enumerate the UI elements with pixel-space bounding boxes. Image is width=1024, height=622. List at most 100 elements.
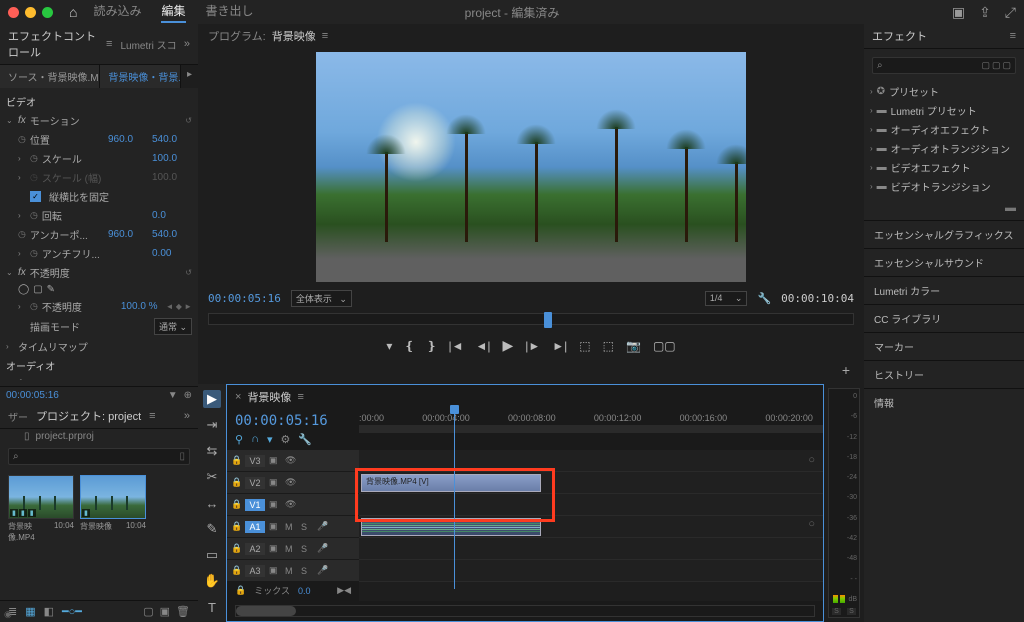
toggle-track-output[interactable]: ▣: [269, 455, 281, 466]
timeline-playhead[interactable]: [454, 409, 455, 589]
close-window[interactable]: [8, 7, 19, 18]
project-clip-1[interactable]: ▮▮▮ 背景映像.MP410:04: [8, 475, 74, 594]
sequence-name[interactable]: 背景映像: [247, 389, 291, 405]
export-frame-icon[interactable]: 📷: [626, 339, 641, 353]
pen-mask-icon[interactable]: ✎: [47, 284, 55, 295]
mic-icon[interactable]: 🎤: [317, 521, 329, 532]
project-search[interactable]: ⌕▯: [8, 448, 190, 465]
mark-in-icon[interactable]: ❴: [404, 339, 414, 353]
playhead-icon[interactable]: [544, 312, 552, 328]
fx-lumetri-presets[interactable]: ›▬Lumetri プリセット: [870, 101, 1018, 120]
home-icon[interactable]: ⌂: [69, 4, 77, 20]
reset-icon[interactable]: ↺: [185, 116, 192, 125]
track-options-icon[interactable]: ○: [808, 454, 815, 466]
button-editor-icon[interactable]: +: [842, 362, 850, 378]
effect-controls-title[interactable]: エフェクトコントロール: [8, 28, 98, 60]
hand-tool[interactable]: ✋: [203, 572, 221, 590]
info-panel[interactable]: 情報: [864, 388, 1024, 416]
close-sequence-icon[interactable]: ×: [235, 391, 241, 403]
snap-icon[interactable]: ⚲: [235, 433, 243, 446]
filter-icon[interactable]: ▼: [168, 390, 178, 401]
motion-effect[interactable]: モーション: [30, 113, 182, 128]
tab-import[interactable]: 読み込み: [93, 2, 141, 23]
fx-video-effects[interactable]: ›▬ビデオエフェクト: [870, 158, 1018, 177]
selection-tool[interactable]: ▶: [203, 390, 221, 408]
tab-edit[interactable]: 編集: [161, 2, 185, 23]
program-scrubber[interactable]: [208, 313, 854, 325]
program-tc-current[interactable]: 00:00:05:16: [208, 292, 281, 305]
wrench-tl-icon[interactable]: 🔧: [298, 433, 312, 446]
tab-export[interactable]: 書き出し: [206, 2, 254, 23]
go-to-in-icon[interactable]: |◄: [449, 339, 464, 353]
essential-graphics-panel[interactable]: エッセンシャルグラフィックス: [864, 220, 1024, 248]
markers-panel[interactable]: マーカー: [864, 332, 1024, 360]
ec-timecode[interactable]: 00:00:05:16: [6, 390, 59, 401]
step-forward-icon[interactable]: |►: [525, 339, 540, 353]
rectangle-tool[interactable]: ▭: [203, 546, 221, 564]
blend-mode-dropdown[interactable]: 通常 ⌄: [154, 318, 192, 335]
video-preview[interactable]: [316, 52, 746, 282]
go-to-out-icon[interactable]: ►|: [552, 339, 567, 353]
trash-icon[interactable]: 🗑: [176, 605, 190, 618]
new-bin-icon[interactable]: ▢: [143, 605, 153, 618]
audio-meters[interactable]: 0 -6 -12 -18 -24 -30 -36 -42 -48 - - dB …: [828, 388, 860, 618]
fx-audio-transitions[interactable]: ›▬オーディオトランジション: [870, 139, 1018, 158]
audio-clip[interactable]: [361, 518, 541, 536]
wrench-icon[interactable]: 🔧: [757, 292, 771, 305]
step-back-icon[interactable]: ◄|: [476, 339, 491, 353]
ec-source-tab[interactable]: ソース・背景映像.MP4: [0, 65, 100, 88]
video-clip[interactable]: 背景映像.MP4 [V]: [361, 474, 541, 492]
quick-export-icon[interactable]: ▣: [952, 4, 965, 21]
zoom-icon[interactable]: ⊕: [184, 390, 192, 401]
lift-icon[interactable]: ⬚: [579, 339, 590, 353]
ripple-edit-tool[interactable]: ⇆: [203, 442, 221, 460]
share-icon[interactable]: ⇪: [979, 4, 991, 21]
lock-icon[interactable]: 🔒: [231, 455, 241, 466]
rect-mask-icon[interactable]: ▢: [33, 284, 42, 295]
maximize-window[interactable]: [42, 7, 53, 18]
lumetri-scopes-tab[interactable]: Lumetri スコー...: [120, 37, 175, 52]
timeline-ruler[interactable]: :00:00 00:00:04:00 00:00:08:00 00:00:12:…: [359, 409, 823, 450]
extract-icon[interactable]: ⬚: [603, 339, 614, 353]
volume-effect[interactable]: ボリューム: [30, 377, 182, 380]
timeline-content[interactable]: 背景映像.MP4 [V] ○ ○: [359, 450, 823, 601]
slip-tool[interactable]: ↔: [203, 494, 221, 512]
minimize-window[interactable]: [25, 7, 36, 18]
effects-search[interactable]: ⌕▢▢▢: [872, 57, 1016, 74]
freeform-view-icon[interactable]: ◧: [44, 605, 54, 618]
panel-menu-icon[interactable]: »: [184, 38, 190, 50]
opacity-effect[interactable]: 不透明度: [30, 265, 182, 280]
ec-clip-tab[interactable]: 背景映像・背景...: [100, 65, 181, 88]
history-panel[interactable]: ヒストリー: [864, 360, 1024, 388]
icon-view-icon[interactable]: ▦: [25, 605, 35, 618]
fx-presets[interactable]: ›✪プリセット: [870, 82, 1018, 101]
comparison-icon[interactable]: ▢▢: [653, 339, 676, 353]
lumetri-color-panel[interactable]: Lumetri カラー: [864, 276, 1024, 304]
track-select-tool[interactable]: ⇥: [203, 416, 221, 434]
settings-icon[interactable]: ⚙: [281, 433, 291, 446]
fx-audio-effects[interactable]: ›▬オーディオエフェクト: [870, 120, 1018, 139]
zoom-dropdown[interactable]: 全体表示 ⌄: [291, 290, 352, 307]
resolution-dropdown[interactable]: 1/4 ⌄: [705, 291, 748, 306]
razor-tool[interactable]: ✂: [203, 468, 221, 486]
add-marker-icon[interactable]: ▾: [386, 339, 392, 353]
fullscreen-icon[interactable]: ⤢: [1005, 4, 1016, 21]
timeline-tc[interactable]: 00:00:05:16: [235, 413, 351, 429]
essential-sound-panel[interactable]: エッセンシャルサウンド: [864, 248, 1024, 276]
ellipse-mask-icon[interactable]: ◯: [18, 284, 29, 295]
cc-libraries-panel[interactable]: CC ライブラリ: [864, 304, 1024, 332]
new-folder-icon[interactable]: ▬: [1005, 202, 1016, 214]
stopwatch-icon[interactable]: ◷: [18, 134, 26, 145]
mark-out-icon[interactable]: ❵: [426, 339, 436, 353]
new-item-icon[interactable]: ▣: [160, 605, 170, 618]
linked-selection-icon[interactable]: ∩: [251, 433, 259, 446]
project-clip-2[interactable]: ▮ 背景映像10:04: [80, 475, 146, 594]
markers-icon[interactable]: ▾: [267, 433, 273, 446]
time-remap[interactable]: タイムリマップ: [18, 339, 192, 354]
pen-tool[interactable]: ✎: [203, 520, 221, 538]
solo-l[interactable]: S: [832, 608, 841, 615]
eye-icon[interactable]: 👁: [285, 455, 297, 466]
fx-video-transitions[interactable]: ›▬ビデオトランジション: [870, 177, 1018, 196]
type-tool[interactable]: T: [203, 598, 221, 616]
solo-r[interactable]: S: [847, 608, 856, 615]
